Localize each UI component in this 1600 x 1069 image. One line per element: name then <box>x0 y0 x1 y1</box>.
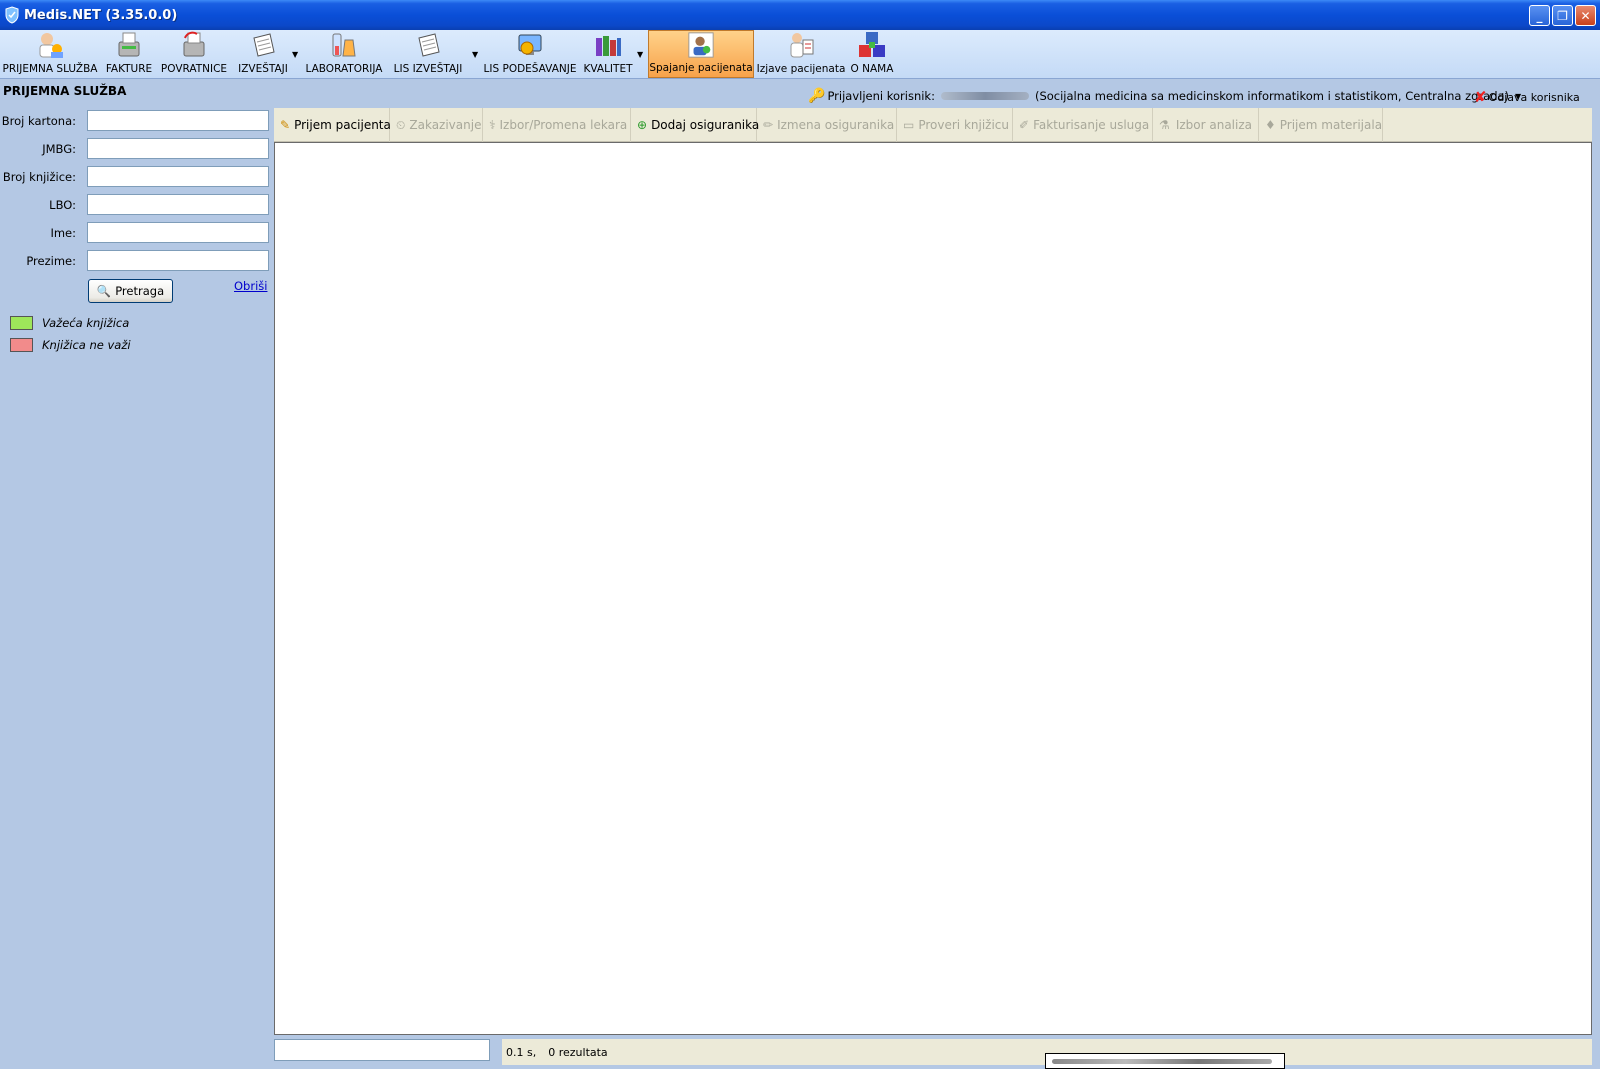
add-icon: ⊕ <box>637 118 648 132</box>
field-row-last-name: Prezime: <box>0 250 270 272</box>
lis-reports-dropdown-icon[interactable]: ▼ <box>472 50 478 59</box>
section-title: PRIJEMNA SLUŽBA <box>3 84 127 98</box>
restore-icon: ❐ <box>1557 8 1568 23</box>
logged-user-label: Prijavljeni korisnik: <box>827 89 935 103</box>
search-button[interactable]: 🔍 Pretraga <box>88 279 173 303</box>
lbo-input[interactable] <box>87 194 269 215</box>
redacted-username <box>940 92 1029 100</box>
card-number-label: Broj kartona: <box>1 114 76 128</box>
about-icon <box>859 32 885 57</box>
last-name-input[interactable] <box>87 250 269 271</box>
edit-icon: ✏ <box>763 118 774 132</box>
pencil-icon: ✎ <box>280 118 291 132</box>
app-shield-icon <box>5 6 19 24</box>
reception-icon <box>39 33 63 58</box>
laboratory-icon <box>332 33 356 57</box>
lbo-label: LBO: <box>49 198 76 212</box>
toolbar-item-quality[interactable]: KVALITET <box>582 30 634 78</box>
jmbg-label: JMBG: <box>42 142 76 156</box>
redacted-tooltip <box>1045 1053 1285 1069</box>
toolbar-item-lis-reports[interactable]: LIS IZVEŠTAJI <box>392 30 464 78</box>
toolbar-item-merge-patients[interactable]: Spajanje pacijenata <box>648 30 754 78</box>
toolbar-item-reports[interactable]: IZVEŠTAJI <box>234 30 292 78</box>
window-title: Medis.NET (3.35.0.0) <box>24 7 178 23</box>
results-panel <box>274 142 1592 1035</box>
merge-patients-icon <box>688 32 714 58</box>
legend-swatch-invalid <box>10 338 33 352</box>
toolbar-item-invoices[interactable]: FAKTURE <box>104 30 154 78</box>
doctor-icon: ⚕ <box>489 118 496 132</box>
main-toolbar: PRIJEMNA SLUŽBA FAKTURE POVRATNICE IZVEŠ… <box>0 30 1600 79</box>
invoice-icon <box>118 32 140 57</box>
flask-icon: ⚗ <box>1159 118 1170 132</box>
toolbar-item-lis-settings[interactable]: LIS PODEŠAVANJE <box>484 30 576 78</box>
quality-icon <box>596 36 621 56</box>
add-insured-button[interactable]: ⊕ Dodaj osiguranika <box>631 108 759 142</box>
search-icon: 🔍 <box>96 284 112 298</box>
logout-icon: ✘ <box>1474 88 1487 106</box>
material-intake-button[interactable]: ♦ Prijem materijala <box>1259 108 1383 142</box>
action-toolbar: ✎ Prijem pacijenta ⏲ Zakazivanje ⚕ Izbor… <box>274 108 1592 142</box>
status-time: 0.1 s, <box>506 1045 537 1059</box>
status-input[interactable] <box>274 1039 490 1061</box>
first-name-label: Ime: <box>50 226 76 240</box>
billing-icon: ✐ <box>1019 118 1030 132</box>
lis-reports-icon <box>418 33 440 57</box>
title-bar: Medis.NET (3.35.0.0) _ ❐ ✕ <box>0 0 1600 30</box>
reports-icon <box>253 33 275 57</box>
quality-dropdown-icon[interactable]: ▼ <box>637 50 643 59</box>
field-row-booklet-number: Broj knjižice: <box>0 166 270 188</box>
first-name-input[interactable] <box>87 222 269 243</box>
status-results: 0 rezultata <box>548 1045 608 1059</box>
minimize-icon: _ <box>1536 8 1543 23</box>
bill-services-button[interactable]: ✐ Fakturisanje usluga <box>1013 108 1153 142</box>
edit-insured-button[interactable]: ✏ Izmena osiguranika <box>757 108 897 142</box>
field-row-card-number: Broj kartona: <box>0 110 270 132</box>
doctor-change-button[interactable]: ⚕ Izbor/Promena lekara <box>483 108 631 142</box>
logged-user-info: 🔑 Prijavljeni korisnik: (Socijalna medic… <box>808 88 1521 104</box>
legend-valid-booklet: Važeća knjižica <box>10 316 129 330</box>
scheduling-button[interactable]: ⏲ Zakazivanje <box>390 108 483 142</box>
card-number-input[interactable] <box>87 110 269 131</box>
patient-admission-button[interactable]: ✎ Prijem pacijenta <box>274 108 391 142</box>
last-name-label: Prezime: <box>26 254 76 268</box>
drops-icon: ♦ <box>1265 118 1276 132</box>
toolbar-item-laboratory[interactable]: LABORATORIJA <box>304 30 384 78</box>
jmbg-input[interactable] <box>87 138 269 159</box>
user-organization: (Socijalna medicina sa medicinskom infor… <box>1034 89 1510 103</box>
booklet-icon: ▭ <box>903 118 915 132</box>
close-icon: ✕ <box>1580 8 1591 23</box>
patient-statements-icon <box>790 33 814 58</box>
select-analyses-button[interactable]: ⚗ Izbor analiza <box>1153 108 1259 142</box>
key-icon: 🔑 <box>808 88 826 104</box>
toolbar-item-returns[interactable]: POVRATNICE <box>159 30 229 78</box>
field-row-jmbg: JMBG: <box>0 138 270 160</box>
lis-settings-icon <box>518 34 542 55</box>
toolbar-item-patient-statements[interactable]: Izjave pacijenata <box>757 30 845 78</box>
toolbar-item-reception[interactable]: PRIJEMNA SLUŽBA <box>3 30 97 78</box>
restore-button[interactable]: ❐ <box>1552 5 1573 26</box>
clock-icon: ⏲ <box>396 118 406 132</box>
reports-dropdown-icon[interactable]: ▼ <box>292 50 298 59</box>
check-booklet-button[interactable]: ▭ Proveri knjižicu <box>897 108 1013 142</box>
booklet-number-input[interactable] <box>87 166 269 187</box>
booklet-number-label: Broj knjižice: <box>2 170 76 184</box>
legend-invalid-booklet: Knjižica ne važi <box>10 338 131 352</box>
field-row-lbo: LBO: <box>0 194 270 216</box>
minimize-button[interactable]: _ <box>1529 5 1550 26</box>
toolbar-item-about[interactable]: O NAMA <box>850 30 894 78</box>
field-row-first-name: Ime: <box>0 222 270 244</box>
close-button[interactable]: ✕ <box>1575 5 1596 26</box>
clear-link[interactable]: Obriši <box>234 279 267 293</box>
return-icon <box>183 31 205 57</box>
logout-button[interactable]: ✘ Odjava korisnika <box>1474 88 1580 106</box>
legend-swatch-valid <box>10 316 33 330</box>
